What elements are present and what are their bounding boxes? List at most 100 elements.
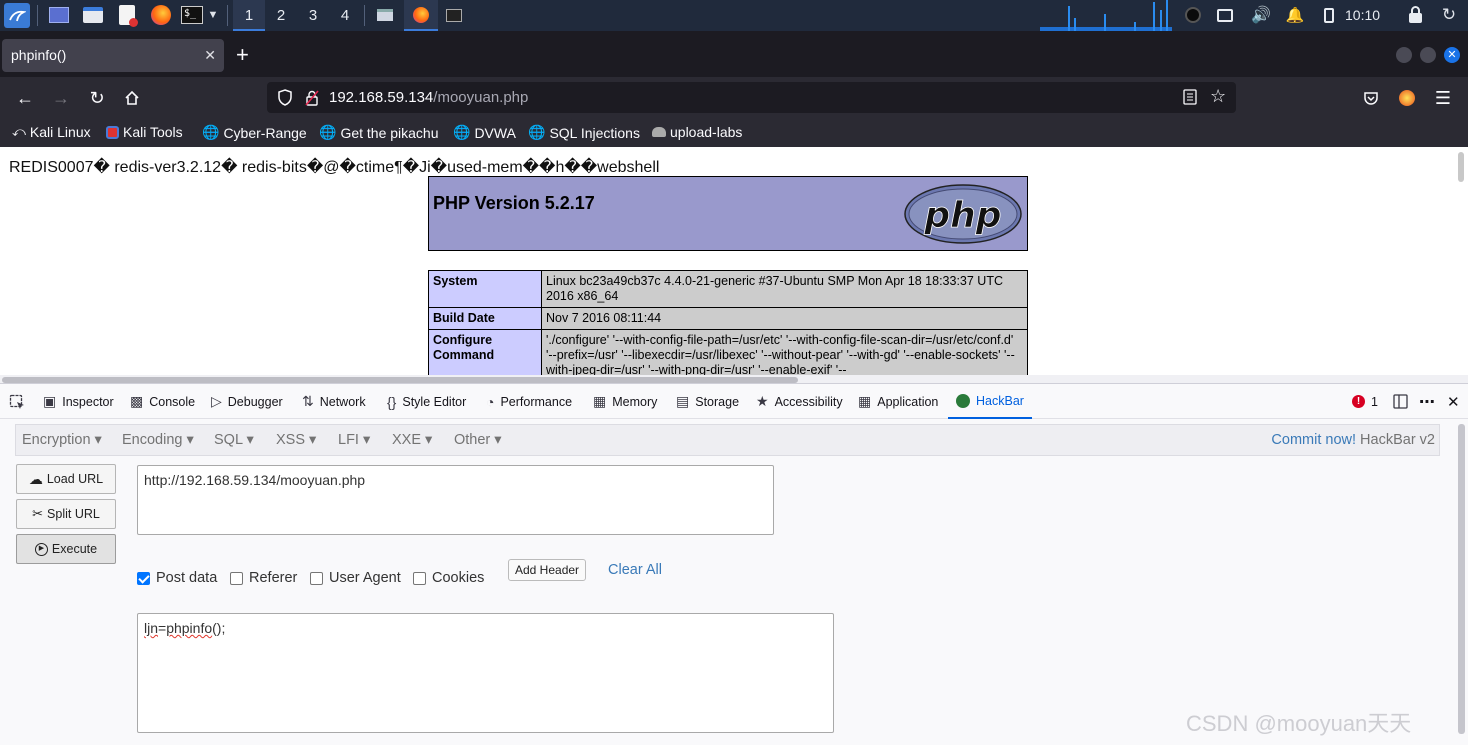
hamburger-menu-icon[interactable]: ☰ [1431,86,1455,110]
menu-encryption[interactable]: Encryption ▾ [22,432,102,448]
bookmark-pikachu[interactable]: 🌐 Get the pikachu [319,124,439,141]
tab-network[interactable]: ⇅ Network [302,384,366,419]
page-vertical-scrollbar[interactable] [1458,152,1464,182]
commit-link[interactable]: Commit now! HackBar v2 [1271,432,1435,448]
workspace-3[interactable]: 3 [297,0,329,31]
referer-option[interactable]: Referer [230,570,297,586]
url-textarea[interactable]: http://192.168.59.134/mooyuan.php [137,465,774,535]
bookmarks-toolbar: ⤺ Kali Linux Kali Tools 🌐 Cyber-Range 🌐 Get… [0,119,1468,147]
firefox-window-button[interactable] [404,0,438,31]
bookmark-dvwa[interactable]: 🌐 DVWA [453,124,516,141]
clear-all-link[interactable]: Clear All [608,562,662,578]
tab-inspector[interactable]: ▣ Inspector [43,384,114,419]
error-count-badge[interactable]: ! 1 [1352,384,1378,419]
tab-style-editor[interactable]: {} Style Editor [387,384,466,419]
back-arrow-icon[interactable]: ← [13,86,37,110]
tab-performance[interactable]: ◔ Performance [486,384,572,419]
tab-console[interactable]: ▩ Console [130,384,195,419]
workspace-1[interactable]: 1 [233,0,265,31]
kali-menu-icon[interactable] [4,3,30,28]
more-options-icon[interactable]: ⋯ [1419,384,1435,419]
add-header-button[interactable]: Add Header [508,559,587,581]
tab-memory[interactable]: ▦ Memory [593,384,657,419]
desktop-icon[interactable] [48,4,70,26]
bookmark-cyber-range[interactable]: 🌐 Cyber-Range [202,124,307,141]
execute-button[interactable]: ▶ Execute [16,534,116,564]
terminal-window-icon[interactable] [443,4,465,26]
minimize-window-button[interactable] [1396,47,1412,63]
bookmark-star-icon[interactable]: ☆ [1210,86,1226,107]
post-data-option[interactable]: Post data [137,570,217,586]
browser-tab[interactable]: phpinfo() ✕ [2,39,224,72]
insecure-lock-icon[interactable] [305,90,319,111]
devtools-vertical-scrollbar[interactable] [1458,424,1465,734]
post-data-checkbox[interactable] [137,571,150,585]
tab-accessibility[interactable]: ★ Accessibility [756,384,843,419]
style-editor-icon: {} [387,393,397,410]
bookmark-kali-linux[interactable]: ⤺ Kali Linux [12,124,91,140]
close-tab-icon[interactable]: ✕ [204,39,216,72]
user-agent-checkbox[interactable] [310,571,323,585]
user-agent-option[interactable]: User Agent [310,570,401,586]
tab-debugger[interactable]: ▷ Debugger [211,384,283,419]
power-icon[interactable]: ↻ [1438,4,1460,26]
network-icon: ⇅ [302,393,314,409]
upload-labs-icon [652,127,666,137]
close-devtools-icon[interactable]: ✕ [1447,384,1460,419]
bookmark-upload-labs[interactable]: upload-labs [652,124,742,140]
accessibility-icon: ★ [756,393,769,409]
tab-storage[interactable]: ▤ Storage [676,384,739,419]
maximize-window-button[interactable] [1420,47,1436,63]
referer-checkbox[interactable] [230,571,243,585]
firefox-icon[interactable] [150,4,172,26]
display-icon[interactable] [1214,4,1236,26]
battery-icon[interactable] [1318,4,1340,26]
url-text[interactable]: 192.168.59.134/mooyuan.php [329,89,528,106]
load-url-button[interactable]: ☁ Load URL [16,464,116,494]
new-tab-icon[interactable]: + [236,44,249,66]
hackbar-extension-icon[interactable] [1395,86,1419,110]
forward-arrow-icon[interactable]: → [49,86,73,110]
menu-lfi[interactable]: LFI ▾ [338,432,370,448]
reload-icon[interactable]: ↻ [85,86,109,110]
close-window-button[interactable]: ✕ [1444,47,1460,63]
vpn-icon[interactable] [1182,4,1204,26]
menu-sql[interactable]: SQL ▾ [214,432,254,448]
performance-icon: ◔ [486,393,495,410]
menu-xss[interactable]: XSS ▾ [276,432,316,448]
chevron-down-icon[interactable]: ▼ [205,4,221,26]
bookmark-kali-tools[interactable]: Kali Tools [106,124,183,140]
post-data-textarea[interactable]: ljn=phpinfo(); [137,613,834,733]
tab-application[interactable]: ▦ Application [858,384,938,419]
workspace-4[interactable]: 4 [329,0,361,31]
menu-xxe[interactable]: XXE ▾ [392,432,432,448]
cookies-checkbox[interactable] [413,571,426,585]
dock-toggle-icon[interactable] [1393,384,1408,419]
reader-view-icon[interactable] [1183,89,1197,110]
tab-hackbar[interactable]: HackBar [948,384,1032,419]
clock[interactable]: 10:10 [1345,0,1380,31]
info-value: Linux bc23a49cb37c 4.4.0-21-generic #37-… [541,270,1028,308]
home-icon[interactable] [120,86,144,110]
window-button-icon[interactable] [374,4,396,26]
file-manager-icon[interactable] [82,4,104,26]
text-editor-icon[interactable] [116,4,138,27]
cookies-option[interactable]: Cookies [413,570,484,586]
bookmark-sql-injections[interactable]: 🌐 SQL Injections [528,124,640,141]
element-picker-icon[interactable] [9,384,25,419]
pocket-icon[interactable] [1359,86,1383,110]
memory-icon: ▦ [593,393,607,409]
lock-icon[interactable] [1404,4,1426,26]
workspace-2[interactable]: 2 [265,0,297,31]
info-key: Build Date [428,307,542,330]
shield-icon[interactable] [277,89,293,111]
taskbar-separator [227,5,228,26]
menu-encoding[interactable]: Encoding ▾ [122,432,194,448]
address-bar[interactable]: 192.168.59.134/mooyuan.php ☆ [267,82,1236,113]
menu-other[interactable]: Other ▾ [454,432,502,448]
navigation-toolbar: ← → ↻ 192.168.59.134/mooyuan.php ☆ ☰ [0,77,1468,119]
terminal-icon[interactable]: $_ [180,4,204,26]
notification-bell-icon[interactable]: 🔔 [1284,4,1306,26]
volume-icon[interactable]: 🔊 [1250,4,1272,26]
split-url-button[interactable]: ✂ Split URL [16,499,116,529]
